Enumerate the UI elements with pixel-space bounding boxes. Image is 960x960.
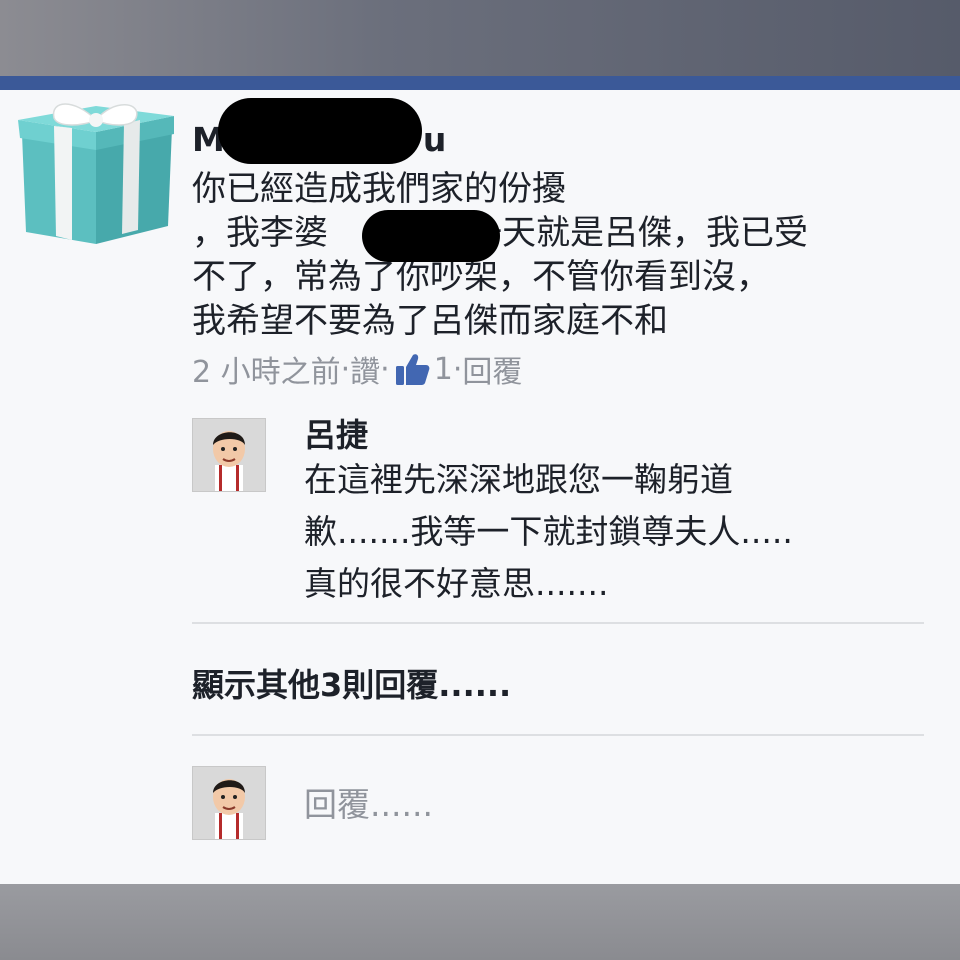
meta-separator: · — [340, 351, 351, 387]
screen-bottom-edge — [0, 884, 960, 960]
meta-separator: · — [380, 351, 390, 387]
comment-line: 你已經造成我們家的份擾 — [192, 169, 566, 209]
meta-separator: · — [452, 351, 463, 387]
reply-author-name[interactable]: 呂捷 — [304, 414, 368, 456]
gift-box-icon[interactable] — [14, 98, 178, 250]
author-name-end: u — [422, 120, 447, 159]
divider — [192, 622, 924, 624]
comment-line: 一天就是呂傑，我已受 — [468, 213, 808, 253]
reply-line: 歉.......我等一下就封鎖尊夫人..... — [304, 512, 793, 551]
screen-top-edge — [0, 0, 960, 76]
show-more-replies-link[interactable]: 顯示其他3則回覆...... — [192, 660, 511, 710]
reply-link[interactable]: 回覆 — [462, 347, 522, 391]
comment-line: 我希望不要為了呂傑而家庭不和 — [192, 301, 668, 341]
reply-body: 在這裡先深深地跟您一鞠躬道 歉.......我等一下就封鎖尊夫人..... 真的… — [304, 454, 924, 610]
caricature-avatar-icon — [192, 766, 266, 840]
reply-input[interactable] — [304, 778, 904, 830]
redaction-mark — [362, 210, 500, 262]
comment-line: ，我李婆 — [192, 213, 328, 253]
thumbs-up-icon[interactable] — [394, 351, 430, 387]
like-link[interactable]: 讚 — [350, 347, 380, 391]
divider — [192, 734, 924, 736]
caricature-avatar-icon[interactable] — [192, 418, 266, 492]
comment-line: 不了，常為了你吵架，不管你看到沒， — [192, 257, 770, 297]
like-count[interactable]: 1 — [434, 352, 453, 387]
comment-body: 你已經造成我們家的份擾 ，我李婆 一天就是呂傑，我已受 不了，常為了你吵架，不管你… — [192, 167, 912, 343]
comment-timestamp[interactable]: 2 小時之前 — [192, 347, 341, 391]
comment-line-with-redaction: ，我李婆 一天就是呂傑，我已受 — [192, 211, 912, 255]
reply-line: 真的很不好意思....... — [304, 564, 609, 603]
comment-meta-row: 2 小時之前 · 讚 · 1 · 回覆 — [192, 347, 522, 391]
redaction-mark — [218, 98, 422, 164]
top-navigation-bar — [0, 76, 960, 90]
reply-line: 在這裡先深深地跟您一鞠躬道 — [304, 460, 733, 499]
